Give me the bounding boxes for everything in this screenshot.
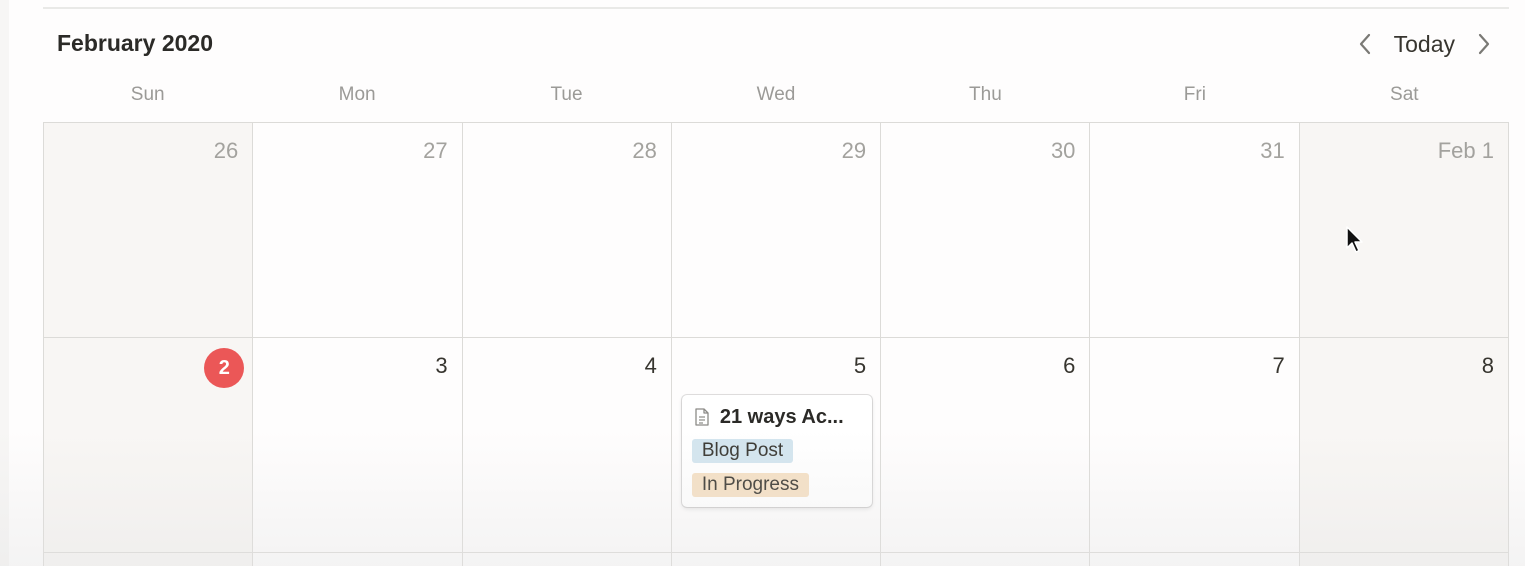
- day-number: 5: [853, 353, 867, 378]
- calendar-nav: Today: [1350, 26, 1499, 62]
- chevron-right-icon[interactable]: [1469, 27, 1499, 61]
- weekday-label: Wed: [756, 84, 796, 105]
- day-number: 7: [1272, 353, 1285, 378]
- today-badge: 2: [204, 348, 245, 388]
- day-cell-today[interactable]: 2: [44, 338, 254, 553]
- day-number: 26: [213, 138, 239, 163]
- day-cell[interactable]: [1299, 553, 1509, 566]
- day-number: 4: [644, 353, 657, 378]
- day-cell[interactable]: 5 21 ways Ac... Blog Post In Progress: [671, 338, 882, 553]
- day-cell[interactable]: 31: [1090, 123, 1300, 338]
- day-cell[interactable]: [462, 553, 672, 566]
- left-edge: [0, 0, 9, 566]
- day-cell[interactable]: 26: [44, 123, 254, 338]
- day-cell[interactable]: 29: [671, 123, 882, 338]
- day-cell[interactable]: 7: [1090, 338, 1300, 553]
- calendar-header: February 2020 Today: [43, 22, 1509, 66]
- day-cell[interactable]: 6: [881, 338, 1091, 553]
- tag-in-progress: In Progress: [691, 473, 809, 497]
- divider: [43, 7, 1509, 9]
- weekday-label: Fri: [1183, 84, 1206, 105]
- day-cell[interactable]: 30: [881, 123, 1091, 338]
- weekday-label: Sat: [1390, 84, 1419, 105]
- day-number: 6: [1063, 353, 1076, 378]
- day-number: 29: [841, 138, 867, 163]
- event-title: 21 ways Ac...: [692, 405, 862, 429]
- weekday-label: Tue: [550, 84, 583, 105]
- day-cell[interactable]: 4: [462, 338, 672, 553]
- day-cell[interactable]: [671, 553, 882, 566]
- weekday-label: Thu: [969, 84, 1002, 105]
- day-cell[interactable]: [44, 553, 254, 566]
- chevron-left-icon[interactable]: [1350, 27, 1380, 61]
- day-cell[interactable]: [253, 553, 463, 566]
- calendar-grid: 26 27 28 29 30 31 Feb 1 2 3 4 5 21 ways …: [43, 122, 1509, 566]
- day-cell[interactable]: 27: [253, 123, 463, 338]
- day-number: 3: [435, 353, 448, 378]
- document-icon: [695, 408, 709, 426]
- today-button[interactable]: Today: [1380, 27, 1469, 61]
- event-card[interactable]: 21 ways Ac... Blog Post In Progress: [681, 395, 872, 507]
- calendar-view: February 2020 Today Sun Mon Tue Wed Thu …: [0, 0, 1525, 566]
- weekday-label: Sun: [130, 84, 165, 105]
- day-number: Feb 1: [1437, 138, 1494, 163]
- day-number: 8: [1481, 353, 1494, 378]
- month-title: February 2020: [57, 30, 213, 56]
- day-cell[interactable]: [1090, 553, 1300, 566]
- day-cell[interactable]: Feb 1: [1299, 123, 1509, 338]
- day-number: 31: [1260, 138, 1285, 163]
- weekday-label: Mon: [338, 84, 376, 105]
- event-title-text: 21 ways Ac...: [719, 405, 844, 428]
- weekday-header: Sun Mon Tue Wed Thu Fri Sat: [43, 80, 1509, 110]
- day-number: 28: [632, 138, 657, 163]
- day-cell[interactable]: [881, 553, 1091, 566]
- day-cell[interactable]: 28: [462, 123, 672, 338]
- day-number: 27: [423, 138, 448, 163]
- day-cell[interactable]: 8: [1299, 338, 1509, 553]
- tag-blog-post: Blog Post: [691, 439, 794, 463]
- day-number: 30: [1050, 138, 1076, 163]
- day-cell[interactable]: 3: [253, 338, 463, 553]
